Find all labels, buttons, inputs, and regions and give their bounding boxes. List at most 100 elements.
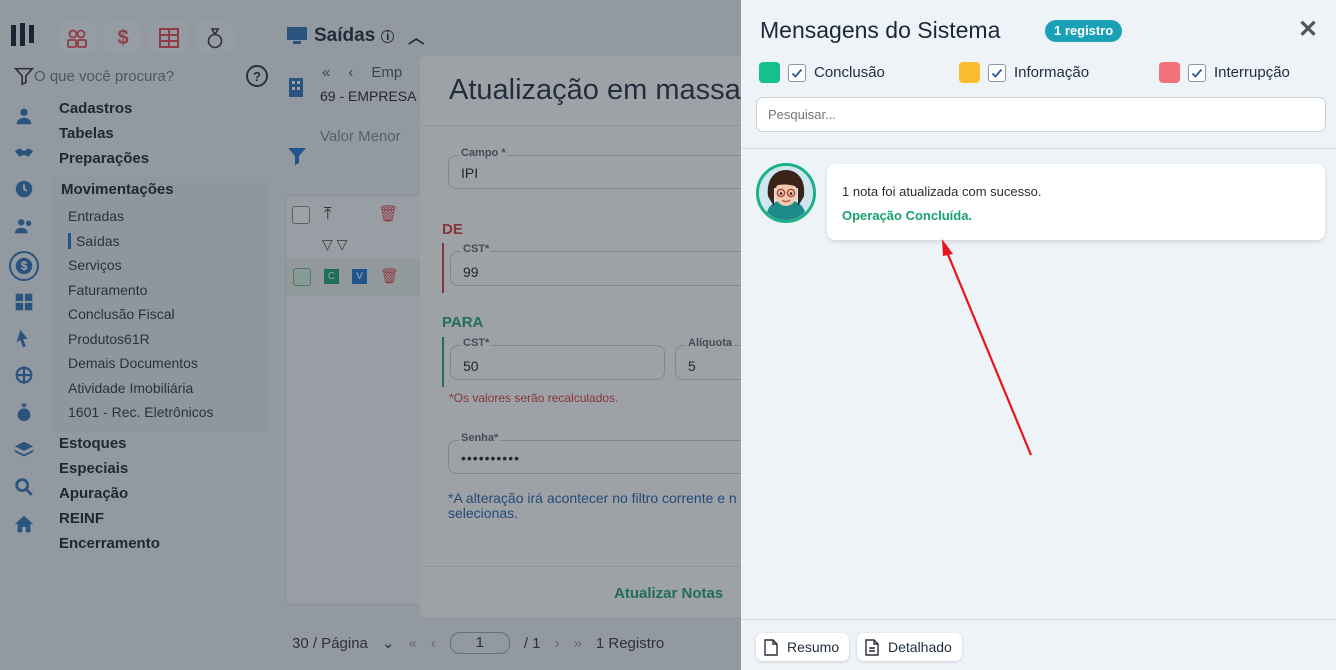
select-all-checkbox[interactable] (292, 206, 310, 224)
calculator-icon[interactable] (12, 290, 36, 314)
resumo-label: Resumo (787, 639, 840, 655)
magnifier-icon[interactable] (12, 475, 36, 499)
dollar-icon[interactable]: $ (104, 22, 142, 54)
people-icon[interactable] (12, 214, 36, 238)
para-cst-value: 50 (463, 358, 479, 374)
page-size-select[interactable]: 30 / Página (292, 635, 368, 652)
notes-grid: ⤒ 🗑 ▽ ▽ C V 🗑 (285, 195, 426, 605)
people-group-icon[interactable] (58, 22, 96, 54)
page-title: Saídas i ︿ (286, 24, 424, 48)
campo-field[interactable]: Campo * IPI (448, 147, 748, 189)
column-filter-icon[interactable]: ▽ ▽ (322, 236, 347, 253)
table-row[interactable]: C V 🗑 (286, 258, 426, 296)
informacao-checkbox[interactable] (988, 63, 1006, 82)
spreadsheet-icon[interactable] (150, 22, 188, 54)
funnel-icon[interactable] (287, 146, 307, 166)
resumo-button[interactable]: Resumo (756, 633, 850, 661)
submenu-item-entradas[interactable]: Entradas (68, 208, 124, 224)
upload-icon[interactable]: ⤒ (324, 204, 332, 224)
menu-item-apuracao[interactable]: Apuração (59, 484, 160, 509)
submenu-movimentacoes: Movimentações Entradas Saídas Serviços F… (52, 178, 266, 430)
panel-title: Mensagens do Sistema (760, 17, 1001, 43)
de-cst-field[interactable]: CST* 99 (450, 243, 750, 286)
submenu-item-faturamento[interactable]: Faturamento (68, 282, 147, 298)
senha-field[interactable]: Senha* •••••••••• (448, 432, 748, 474)
submenu-item-atividade-imobiliaria[interactable]: Atividade Imobiliária (68, 380, 193, 396)
modal-divider (420, 125, 741, 126)
chevron-up-icon[interactable]: ︿ (408, 24, 424, 48)
filter-conclusao[interactable]: Conclusão (759, 62, 885, 83)
row-checkbox[interactable] (293, 268, 311, 286)
check-icon (1191, 68, 1203, 78)
top-toolbar: $ (58, 22, 234, 54)
assistant-avatar-image (759, 166, 813, 220)
menu-item-estoques[interactable]: Estoques (59, 434, 160, 459)
interrupcao-checkbox[interactable] (1188, 63, 1206, 82)
submenu-item-servicos[interactable]: Serviços (68, 257, 122, 273)
menu-search[interactable]: O que você procura? (14, 64, 274, 88)
menu-item-preparacoes[interactable]: Preparações (59, 149, 149, 174)
next-page-button[interactable]: › (555, 635, 560, 652)
campo-label: Campo * (459, 147, 508, 159)
submenu-item-rec-eletronicos[interactable]: 1601 - Rec. Eletrônicos (68, 404, 214, 420)
modal-footer-divider (420, 566, 741, 567)
c-tag-icon: C (324, 269, 339, 284)
money-circle-icon[interactable]: $ (9, 251, 39, 281)
last-page-button[interactable]: » (574, 635, 582, 652)
record-count: 1 Registro (595, 634, 665, 652)
trash-icon[interactable]: 🗑 (378, 204, 398, 224)
filter-informacao[interactable]: Informação (959, 62, 1089, 83)
filter-interrupcao[interactable]: Interrupção (1159, 62, 1290, 83)
informacao-label: Informação (1014, 64, 1090, 81)
menu-item-especiais[interactable]: Especiais (59, 459, 160, 484)
aliquota-label: Alíquota (686, 337, 734, 349)
app-background: $ $ O que você procura? ? Cadastros Tabe… (0, 0, 755, 670)
cursor-icon[interactable] (12, 327, 36, 351)
handshake-icon[interactable] (12, 141, 36, 165)
conclusao-checkbox[interactable] (788, 63, 806, 82)
money-bag-icon[interactable] (12, 400, 36, 424)
company-nav: « ‹ Emp (322, 64, 402, 81)
message-card[interactable]: 1 nota foi atualizada com sucesso. Opera… (827, 164, 1325, 240)
close-icon[interactable]: ✕ (1298, 18, 1318, 42)
panel-footer-divider (741, 619, 1336, 620)
first-company-button[interactable]: « (322, 64, 330, 81)
page-number-input[interactable]: 1 (449, 632, 510, 654)
para-cst-field[interactable]: CST* 50 (450, 337, 665, 380)
prev-company-button[interactable]: ‹ (348, 64, 353, 81)
layers-icon[interactable] (12, 438, 36, 462)
submenu-item-demais-documentos[interactable]: Demais Documentos (68, 355, 198, 371)
submenu-item-conclusao-fiscal[interactable]: Conclusão Fiscal (68, 306, 175, 322)
submenu-item-saidas[interactable]: Saídas (76, 233, 120, 249)
menu-item-encerramento[interactable]: Encerramento (59, 534, 160, 559)
row-trash-icon[interactable]: 🗑 (380, 267, 399, 285)
messages-search-input[interactable] (756, 97, 1326, 132)
assistant-avatar (756, 163, 816, 223)
menu-item-reinf[interactable]: REINF (59, 509, 160, 534)
submenu-item-produtos61r[interactable]: Produtos61R (68, 331, 150, 347)
user-register-icon[interactable] (12, 104, 36, 128)
chevron-down-icon[interactable]: ⌄ (382, 634, 395, 652)
help-icon[interactable]: ? (246, 65, 268, 87)
prev-page-button[interactable]: ‹ (431, 635, 436, 652)
detalhado-button[interactable]: Detalhado (857, 633, 962, 661)
menu-top: Cadastros Tabelas Preparações (59, 99, 149, 174)
menu-item-tabelas[interactable]: Tabelas (59, 124, 149, 149)
selected-indicator (68, 233, 71, 249)
first-page-button[interactable]: « (408, 635, 416, 652)
clock-icon[interactable] (12, 177, 36, 201)
campo-value: IPI (461, 165, 479, 181)
panel-divider (741, 148, 1336, 149)
icon-rail: $ (0, 0, 48, 670)
info-icon[interactable]: i (381, 29, 395, 43)
money-sack-icon[interactable] (196, 22, 234, 54)
menu-item-cadastros[interactable]: Cadastros (59, 99, 149, 124)
network-icon[interactable] (12, 363, 36, 387)
home-icon[interactable] (12, 512, 36, 536)
update-notes-button[interactable]: Atualizar Notas (614, 585, 723, 602)
valor-menor-filter[interactable]: Valor Menor (320, 128, 401, 145)
message-text: 1 nota foi atualizada com sucesso. (842, 184, 1042, 199)
submenu-title[interactable]: Movimentações (61, 181, 174, 198)
menu-bottom: Estoques Especiais Apuração REINF Encerr… (59, 434, 160, 559)
recalc-note: *Os valores serão recalculados. (449, 391, 619, 405)
